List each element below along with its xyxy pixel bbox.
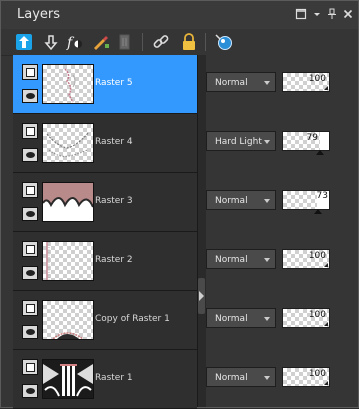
layer-thumbnail: [42, 300, 94, 340]
close-icon[interactable]: [342, 8, 354, 20]
link-icon[interactable]: [151, 32, 171, 52]
visibility-eye-icon[interactable]: [22, 89, 38, 103]
layer-row-copy-of-raster-1[interactable]: Copy of Raster 1: [13, 291, 197, 350]
new-vector-layer-icon[interactable]: [41, 32, 61, 52]
layer-thumbnail: [42, 64, 94, 104]
layer-thumbnail: [42, 241, 94, 281]
layer-list: Raster 5 Raster 4 Raster 3 Raster 2 Copy…: [13, 55, 197, 409]
opacity-value: 100: [308, 369, 326, 379]
visibility-eye-icon[interactable]: [22, 325, 38, 339]
opacity-value: 100: [308, 74, 326, 84]
new-mask-layer-icon[interactable]: [91, 32, 111, 52]
layer-name: Raster 1: [95, 373, 133, 383]
layer-properties-icon[interactable]: [214, 32, 234, 52]
opacity-unfilled-region: [320, 132, 329, 150]
layer-thumbnail: [42, 359, 94, 399]
layer-row-raster-2[interactable]: Raster 2: [13, 232, 197, 291]
layer-thumbnail: [42, 123, 94, 163]
opacity-value: 73: [316, 191, 328, 201]
blend-mode-dropdown[interactable]: Hard Light: [206, 131, 276, 151]
opacity-slider[interactable]: 73: [282, 190, 330, 214]
visibility-eye-icon[interactable]: [22, 384, 38, 398]
opacity-value: 79: [306, 133, 318, 143]
slider-corner-icon: [324, 86, 328, 90]
layer-group-toggle-icon[interactable]: [22, 300, 38, 316]
new-adjustment-layer-icon[interactable]: f: [65, 32, 85, 52]
menu-dropdown-icon[interactable]: [311, 8, 323, 20]
layer-row-raster-1[interactable]: Raster 1: [13, 350, 197, 409]
blend-mode-dropdown[interactable]: Normal: [206, 72, 276, 92]
opacity-marker-icon[interactable]: [314, 209, 322, 214]
opacity-value: 100: [308, 310, 326, 320]
slider-corner-icon: [324, 263, 328, 267]
layer-thumbnail: [42, 182, 94, 222]
blend-mode-dropdown[interactable]: Normal: [206, 367, 276, 387]
blend-mode-dropdown[interactable]: Normal: [206, 249, 276, 269]
pin-icon[interactable]: [326, 8, 338, 20]
opacity-slider[interactable]: 100: [282, 308, 330, 328]
blend-mode-dropdown[interactable]: Normal: [206, 308, 276, 328]
layers-palette: Layers f Raster 5 Raster 4 Raster 3 Rast…: [0, 0, 359, 409]
opacity-slider[interactable]: 100: [282, 72, 330, 92]
new-raster-layer-icon[interactable]: [14, 32, 34, 52]
layer-row-raster-4[interactable]: Raster 4: [13, 114, 197, 173]
opacity-slider[interactable]: 100: [282, 367, 330, 387]
slider-corner-icon: [324, 322, 328, 326]
layers-toolbar: f: [1, 29, 358, 56]
layer-row-raster-3[interactable]: Raster 3: [13, 173, 197, 232]
layer-group-toggle-icon[interactable]: [22, 359, 38, 375]
collapse-arrow-icon[interactable]: [198, 278, 205, 314]
slider-corner-icon: [324, 381, 328, 385]
visibility-eye-icon[interactable]: [22, 266, 38, 280]
opacity-slider[interactable]: 79: [282, 131, 330, 155]
layer-row-raster-5[interactable]: Raster 5: [13, 55, 197, 114]
layer-group-toggle-icon[interactable]: [22, 241, 38, 257]
maximize-icon[interactable]: [295, 8, 307, 20]
layer-properties-column: Normal 100 Hard Light 79 Normal 73 Norma…: [206, 55, 358, 407]
layer-name: Raster 5: [95, 78, 133, 88]
palette-title: Layers: [17, 7, 61, 22]
visibility-eye-icon[interactable]: [22, 207, 38, 221]
layer-group-toggle-icon[interactable]: [22, 64, 38, 80]
palette-titlebar[interactable]: Layers: [1, 1, 358, 29]
visibility-eye-icon[interactable]: [22, 148, 38, 162]
layer-group-toggle-icon[interactable]: [22, 123, 38, 139]
layer-name: Raster 3: [95, 196, 133, 206]
layer-name: Raster 4: [95, 137, 133, 147]
opacity-slider[interactable]: 100: [282, 249, 330, 269]
lock-icon[interactable]: [179, 32, 199, 52]
layer-name: Raster 2: [95, 255, 133, 265]
opacity-value: 100: [308, 251, 326, 261]
opacity-marker-icon[interactable]: [316, 150, 324, 155]
toolbar-separator: [142, 33, 143, 51]
layer-name: Copy of Raster 1: [95, 314, 170, 324]
layer-group-toggle-icon[interactable]: [22, 182, 38, 198]
delete-layer-icon[interactable]: [115, 32, 135, 52]
toolbar-separator: [205, 33, 206, 51]
blend-mode-dropdown[interactable]: Normal: [206, 190, 276, 210]
